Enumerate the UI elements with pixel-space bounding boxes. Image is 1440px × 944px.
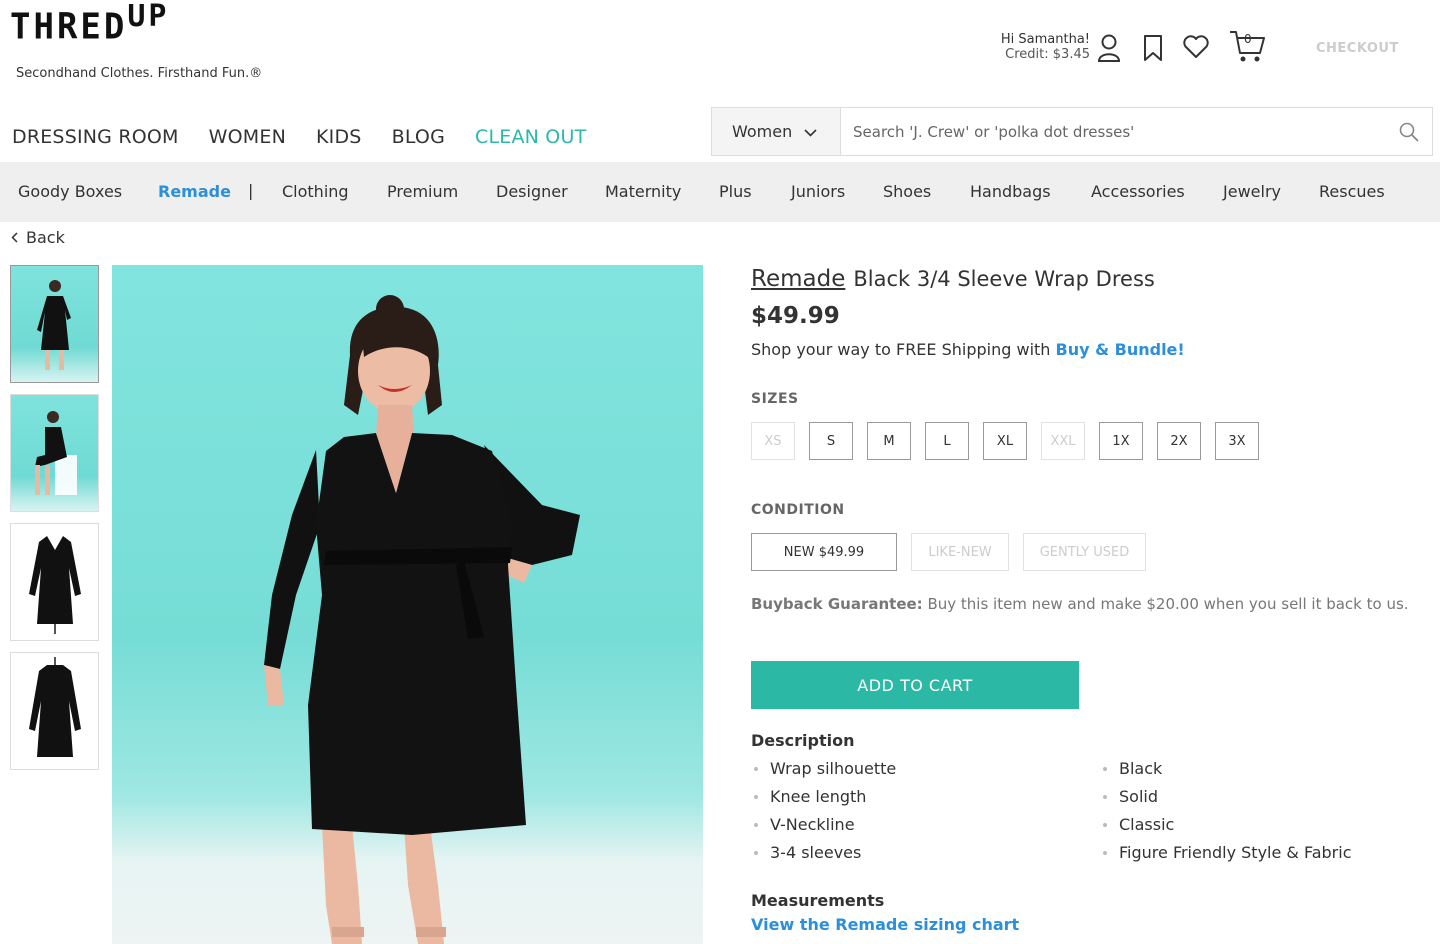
description-item: Solid [1100, 787, 1352, 815]
greeting-text: Hi Samantha! [1000, 32, 1090, 47]
size-option-s[interactable]: S [809, 422, 853, 460]
add-to-cart-button[interactable]: ADD TO CART [751, 661, 1079, 709]
thumbnail-front-model[interactable] [10, 265, 99, 383]
category-clothing[interactable]: Clothing [282, 182, 349, 201]
size-option-1x[interactable]: 1X [1099, 422, 1143, 460]
logo-super-text: UP [127, 0, 170, 34]
condition-selector: NEW $49.99 LIKE-NEW GENTLY USED [751, 533, 1146, 571]
size-option-3x[interactable]: 3X [1215, 422, 1259, 460]
user-icon[interactable] [1096, 32, 1122, 64]
thredup-logo[interactable]: THREDUP [10, 2, 169, 49]
thumbnail-dress-front[interactable] [10, 523, 99, 641]
description-item: Black [1100, 759, 1352, 787]
account-greeting[interactable]: Hi Samantha! Credit: $3.45 [980, 32, 1090, 62]
size-option-m[interactable]: M [867, 422, 911, 460]
sizing-chart-link[interactable]: View the Remade sizing chart [751, 915, 1019, 934]
category-maternity[interactable]: Maternity [605, 182, 681, 201]
product-title: Remade Black 3/4 Sleeve Wrap Dress [751, 266, 1155, 292]
chevron-down-icon [804, 122, 817, 141]
logo-main-text: THRED [10, 6, 128, 49]
size-option-xl[interactable]: XL [983, 422, 1027, 460]
condition-option-like-new: LIKE-NEW [911, 533, 1009, 571]
description-item: V-Neckline [751, 815, 896, 843]
nav-women[interactable]: WOMEN [209, 126, 286, 148]
category-handbags[interactable]: Handbags [970, 182, 1051, 201]
chevron-left-icon [11, 228, 18, 247]
condition-option-gently-used: GENTLY USED [1023, 533, 1146, 571]
category-goody-boxes[interactable]: Goody Boxes [18, 182, 122, 201]
search-category-label: Women [732, 122, 793, 141]
description-title: Description [751, 731, 855, 750]
search-category-select[interactable]: Women [712, 108, 841, 155]
category-accessories[interactable]: Accessories [1091, 182, 1185, 201]
nav-dressing-room[interactable]: DRESSING ROOM [12, 126, 179, 148]
product-name: Black 3/4 Sleeve Wrap Dress [853, 267, 1155, 291]
condition-option-new[interactable]: NEW $49.99 [751, 533, 897, 571]
nav-clean-out[interactable]: CLEAN OUT [475, 126, 586, 148]
category-juniors[interactable]: Juniors [791, 182, 845, 201]
credit-text: Credit: $3.45 [1005, 47, 1090, 62]
measurements-title: Measurements [751, 891, 885, 910]
category-jewelry[interactable]: Jewelry [1223, 182, 1281, 201]
product-brand-link[interactable]: Remade [751, 266, 845, 292]
main-product-image[interactable] [112, 265, 703, 944]
buyback-text: Buy this item new and make $20.00 when y… [922, 595, 1409, 613]
search-icon[interactable] [1386, 108, 1432, 155]
shipping-text: Shop your way to FREE Shipping with [751, 340, 1056, 359]
main-nav: DRESSING ROOM WOMEN KIDS BLOG CLEAN OUT [12, 126, 616, 148]
bookmark-icon[interactable] [1140, 33, 1166, 63]
buyback-label: Buyback Guarantee: [751, 595, 923, 613]
category-remade[interactable]: Remade [158, 182, 231, 201]
description-list-right: Black Solid Classic Figure Friendly Styl… [1100, 759, 1352, 871]
size-option-2x[interactable]: 2X [1157, 422, 1201, 460]
category-premium[interactable]: Premium [387, 182, 458, 201]
description-item: Figure Friendly Style & Fabric [1100, 843, 1352, 871]
category-plus[interactable]: Plus [719, 182, 752, 201]
shipping-promo: Shop your way to FREE Shipping with Buy … [751, 340, 1185, 359]
tagline: Secondhand Clothes. Firsthand Fun.® [16, 66, 263, 81]
thumbnail-dress-back-image [29, 657, 81, 757]
thumbnail-model-image [37, 280, 71, 370]
product-price: $49.99 [751, 303, 840, 329]
buy-and-bundle-link[interactable]: Buy & Bundle! [1056, 340, 1185, 359]
thumbnail-dress-back[interactable] [10, 652, 99, 770]
size-option-xxl: XXL [1041, 422, 1085, 460]
thumbnail-seated-image [35, 411, 77, 495]
size-option-l[interactable]: L [925, 422, 969, 460]
size-option-xs: XS [751, 422, 795, 460]
cart-count: 0 [1244, 32, 1252, 46]
back-link[interactable]: Back [11, 228, 65, 247]
search-bar: Women [711, 107, 1433, 156]
back-label: Back [26, 228, 65, 247]
category-bar: Goody Boxes Remade | Clothing Premium De… [0, 162, 1440, 222]
condition-label: CONDITION [751, 502, 845, 518]
description-item: Classic [1100, 815, 1352, 843]
heart-icon[interactable] [1181, 34, 1211, 60]
category-rescues[interactable]: Rescues [1319, 182, 1385, 201]
category-designer[interactable]: Designer [496, 182, 568, 201]
description-list-left: Wrap silhouette Knee length V-Neckline 3… [751, 759, 896, 871]
model-photo [264, 295, 580, 944]
search-input[interactable] [841, 108, 1386, 155]
nav-blog[interactable]: BLOG [392, 126, 445, 148]
thumbnail-seated-model[interactable] [10, 394, 99, 512]
sizes-label: SIZES [751, 391, 799, 407]
description-item: Wrap silhouette [751, 759, 896, 787]
buyback-guarantee: Buyback Guarantee: Buy this item new and… [751, 595, 1409, 613]
category-shoes[interactable]: Shoes [883, 182, 931, 201]
category-separator: | [248, 181, 254, 200]
thumbnail-dress-front-image [29, 536, 81, 634]
nav-kids[interactable]: KIDS [316, 126, 362, 148]
description-item: Knee length [751, 787, 896, 815]
description-item: 3-4 sleeves [751, 843, 896, 871]
size-selector: XS S M L XL XXL 1X 2X 3X [751, 422, 1259, 460]
checkout-button[interactable]: CHECKOUT [1316, 41, 1399, 56]
